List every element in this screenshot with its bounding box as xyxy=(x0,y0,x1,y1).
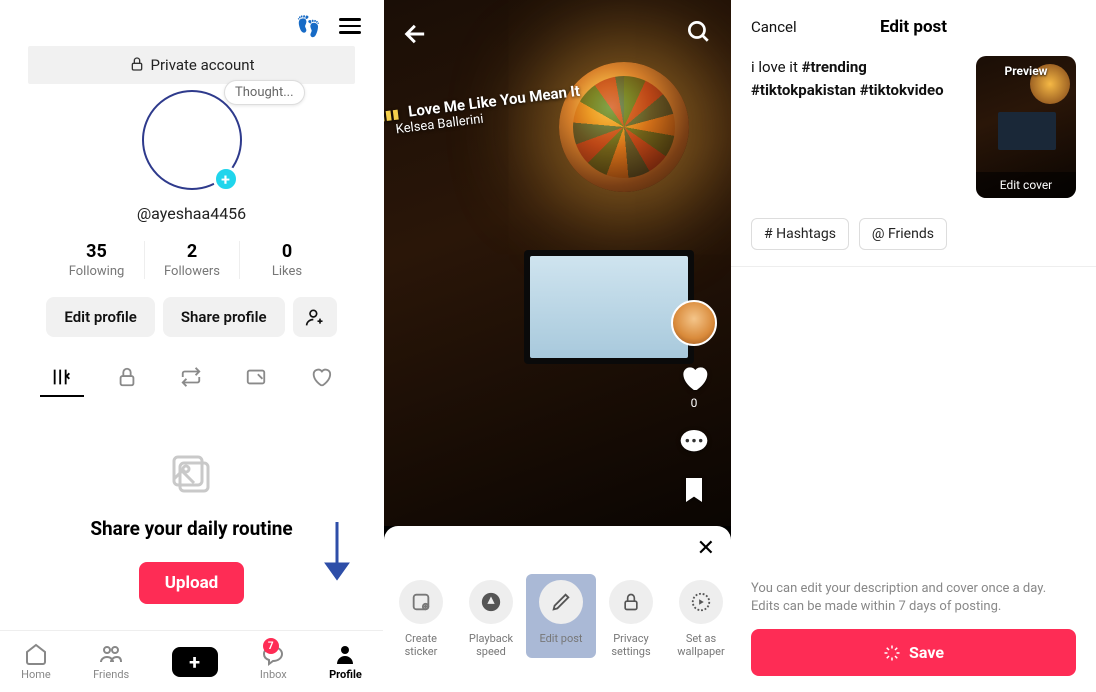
pencil-icon xyxy=(550,591,572,613)
avatar-container: Thought... + xyxy=(137,90,247,200)
like-button[interactable]: 0 xyxy=(678,362,710,410)
inbox-badge: 7 xyxy=(263,638,279,654)
author-avatar[interactable] xyxy=(671,300,717,346)
video-content[interactable]: ▮▮▮ Love Me Like You Mean It Kelsea Ball… xyxy=(384,0,731,526)
tab-liked[interactable] xyxy=(299,359,343,397)
arrow-left-icon xyxy=(402,20,430,48)
profile-screen: 👣 Private account Thought... + @ayeshaa4… xyxy=(0,0,384,692)
video-screen: ▮▮▮ Love Me Like You Mean It Kelsea Ball… xyxy=(384,0,731,692)
search-icon xyxy=(685,18,711,44)
speed-icon xyxy=(480,591,502,613)
edit-header: Cancel Edit post xyxy=(731,0,1096,48)
likes-stat[interactable]: 0Likes xyxy=(239,241,334,279)
add-friend-button[interactable] xyxy=(293,297,337,337)
heart-icon xyxy=(678,362,710,394)
comment-icon xyxy=(678,426,710,458)
song-title: Love Me Like You Mean It xyxy=(407,82,581,121)
comment-button[interactable] xyxy=(678,426,710,458)
upload-button[interactable]: Upload xyxy=(139,562,245,604)
tab-saved[interactable] xyxy=(234,359,278,397)
option-edit-post[interactable]: Edit post xyxy=(526,574,596,658)
edit-note: You can edit your description and cover … xyxy=(751,580,1076,616)
footprints-icon[interactable]: 👣 xyxy=(296,14,321,38)
options-sheet: ✕ Create sticker Playback speed Edit pos… xyxy=(384,526,731,692)
add-story-icon[interactable]: + xyxy=(213,166,239,192)
share-profile-button[interactable]: Share profile xyxy=(163,297,285,337)
bookmark-button[interactable] xyxy=(678,474,710,506)
images-icon xyxy=(168,451,216,499)
profile-icon xyxy=(333,642,357,666)
content-tabs xyxy=(0,359,383,397)
close-sheet-button[interactable]: ✕ xyxy=(697,536,715,561)
bookmark-icon xyxy=(678,474,710,506)
lock-icon xyxy=(621,592,641,612)
action-rail: 0 xyxy=(671,300,717,506)
add-person-icon xyxy=(305,307,325,327)
heart-icon xyxy=(310,366,332,388)
repost-icon xyxy=(180,366,202,388)
music-info[interactable]: ▮▮▮ Love Me Like You Mean It Kelsea Ball… xyxy=(384,82,583,140)
tab-feed[interactable] xyxy=(40,359,84,397)
sheet-options: Create sticker Playback speed Edit post … xyxy=(384,526,731,658)
thought-bubble[interactable]: Thought... xyxy=(224,80,305,105)
private-account-banner[interactable]: Private account xyxy=(28,46,355,84)
search-button[interactable] xyxy=(685,18,711,48)
chip-row: # Hashtags @ Friends xyxy=(731,206,1096,267)
friends-icon xyxy=(99,642,123,666)
edit-post-screen: Cancel Edit post i love it #trending #ti… xyxy=(731,0,1096,692)
stats-row: 35Following 2Followers 0Likes xyxy=(0,241,383,279)
cover-thumbnail[interactable]: Preview Edit cover xyxy=(976,56,1076,198)
page-title: Edit post xyxy=(880,17,947,37)
username: @ayeshaa4456 xyxy=(0,204,383,223)
nav-friends[interactable]: Friends xyxy=(93,642,129,681)
wallpaper-icon xyxy=(690,591,712,613)
nav-inbox[interactable]: 7Inbox xyxy=(260,642,287,681)
scene-laptop xyxy=(524,250,694,364)
menu-icon[interactable] xyxy=(339,18,361,34)
following-stat[interactable]: 35Following xyxy=(49,241,144,279)
bottom-nav: Home Friends + 7Inbox Profile xyxy=(0,630,383,692)
caption-input[interactable]: i love it #trending #tiktokpakistan #tik… xyxy=(751,56,964,198)
option-create-sticker[interactable]: Create sticker xyxy=(386,580,456,658)
edit-body: i love it #trending #tiktokpakistan #tik… xyxy=(731,48,1096,206)
tab-reposts[interactable] xyxy=(169,359,213,397)
home-icon xyxy=(24,642,48,666)
bookmark-icon xyxy=(245,366,267,388)
back-button[interactable] xyxy=(402,20,430,52)
option-playback-speed[interactable]: Playback speed xyxy=(456,580,526,658)
save-button[interactable]: Save xyxy=(751,629,1076,676)
nav-create[interactable]: + xyxy=(172,647,218,677)
profile-actions: Edit profile Share profile xyxy=(0,297,383,337)
cancel-button[interactable]: Cancel xyxy=(751,18,797,36)
hashtags-chip[interactable]: # Hashtags xyxy=(751,218,849,250)
friends-chip[interactable]: @ Friends xyxy=(859,218,947,250)
lock-icon xyxy=(116,366,138,388)
like-count: 0 xyxy=(691,396,698,410)
annotation-arrow xyxy=(323,520,351,586)
sticker-icon xyxy=(410,591,432,613)
option-privacy[interactable]: Privacy settings xyxy=(596,580,666,658)
save-bar: Save xyxy=(751,629,1076,676)
sparkle-icon xyxy=(883,644,901,662)
tab-private[interactable] xyxy=(105,359,149,397)
nav-profile[interactable]: Profile xyxy=(329,642,362,681)
followers-stat[interactable]: 2Followers xyxy=(144,241,239,279)
option-wallpaper[interactable]: Set as wallpaper xyxy=(666,580,731,658)
profile-topbar: 👣 xyxy=(0,0,383,46)
nav-home[interactable]: Home xyxy=(21,642,51,681)
private-label: Private account xyxy=(151,56,255,74)
preview-label: Preview xyxy=(976,64,1076,78)
lock-icon xyxy=(129,56,145,72)
edit-profile-button[interactable]: Edit profile xyxy=(46,297,154,337)
edit-cover-label: Edit cover xyxy=(976,172,1076,198)
